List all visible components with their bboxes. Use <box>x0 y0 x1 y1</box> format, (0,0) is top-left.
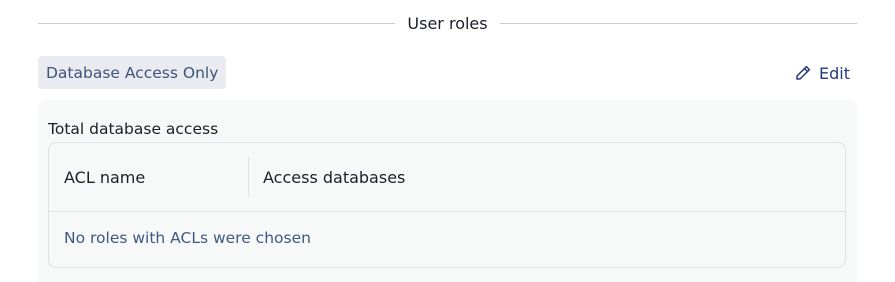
table-empty-message: No roles with ACLs were chosen <box>64 229 311 247</box>
role-chip-label: Database Access Only <box>46 63 219 82</box>
table-header: ACL name Access databases <box>49 143 845 212</box>
column-header-acl-name: ACL name <box>49 157 249 197</box>
edit-button-label: Edit <box>819 63 850 83</box>
user-roles-section: User roles Database Access Only Edit Tot… <box>0 0 895 282</box>
pencil-icon <box>794 64 812 82</box>
divider-line-left <box>38 22 396 24</box>
column-header-access-databases: Access databases <box>263 167 406 187</box>
acl-table: ACL name Access databases No roles with … <box>48 142 846 268</box>
database-access-panel: Total database access ACL name Access da… <box>38 100 857 282</box>
divider-line-right <box>499 22 858 24</box>
role-chip: Database Access Only <box>38 56 227 89</box>
section-title: User roles <box>407 13 488 33</box>
panel-label: Total database access <box>48 120 219 138</box>
edit-button[interactable]: Edit <box>794 60 850 86</box>
section-divider: User roles <box>38 12 858 34</box>
